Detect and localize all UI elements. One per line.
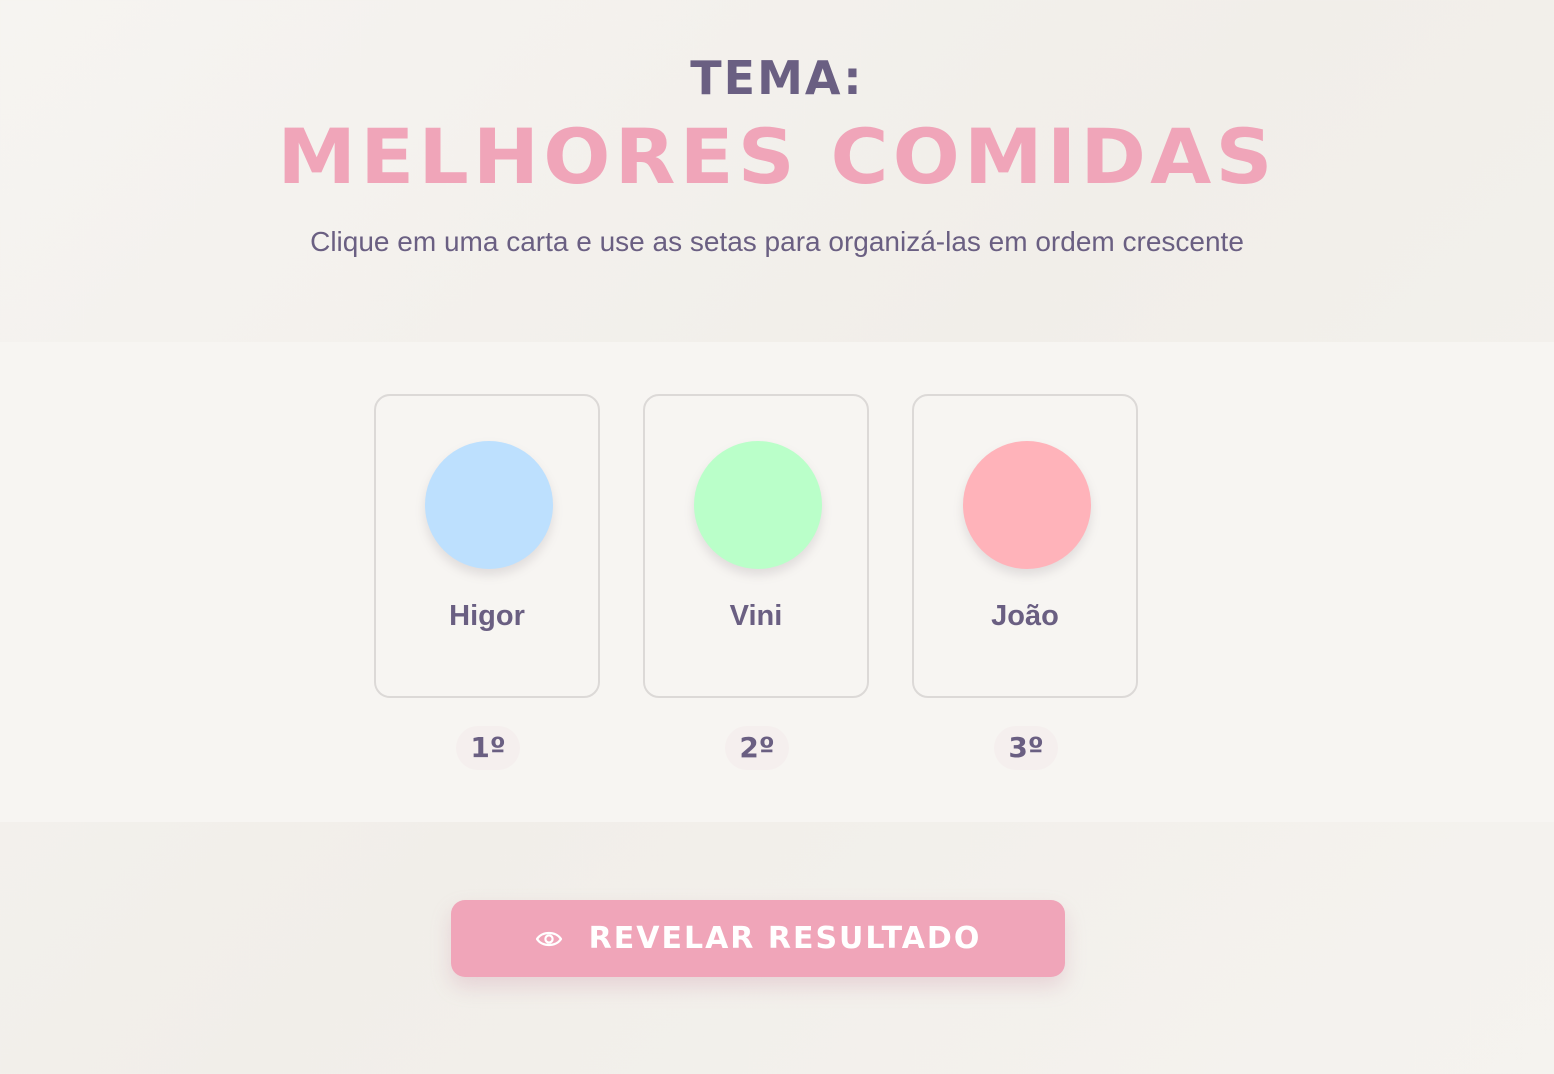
- player-avatar: [694, 441, 822, 569]
- player-card-higor[interactable]: Higor: [374, 394, 600, 698]
- player-avatar: [425, 441, 553, 569]
- eye-icon: [535, 928, 563, 950]
- rank-label-1: 1º: [456, 726, 520, 770]
- rank-label-2: 2º: [725, 726, 789, 770]
- player-name: João: [991, 600, 1059, 632]
- reveal-result-button[interactable]: REVELAR RESULTADO: [451, 900, 1065, 977]
- player-card-joao[interactable]: João: [912, 394, 1138, 698]
- player-card-vini[interactable]: Vini: [643, 394, 869, 698]
- instructions-text: Clique em uma carta e use as setas para …: [310, 226, 1244, 257]
- reveal-button-label: REVELAR RESULTADO: [588, 921, 982, 956]
- theme-title: MELHORES COMIDAS: [277, 112, 1277, 201]
- player-avatar: [963, 441, 1091, 569]
- player-name: Higor: [449, 600, 525, 632]
- header: TEMA: MELHORES COMIDAS Clique em uma car…: [0, 0, 1554, 342]
- player-name: Vini: [729, 600, 783, 632]
- rank-label-3: 3º: [994, 726, 1058, 770]
- theme-label: TEMA:: [690, 51, 864, 105]
- card-board: Higor 1º Vini 2º João 3º: [0, 342, 1554, 822]
